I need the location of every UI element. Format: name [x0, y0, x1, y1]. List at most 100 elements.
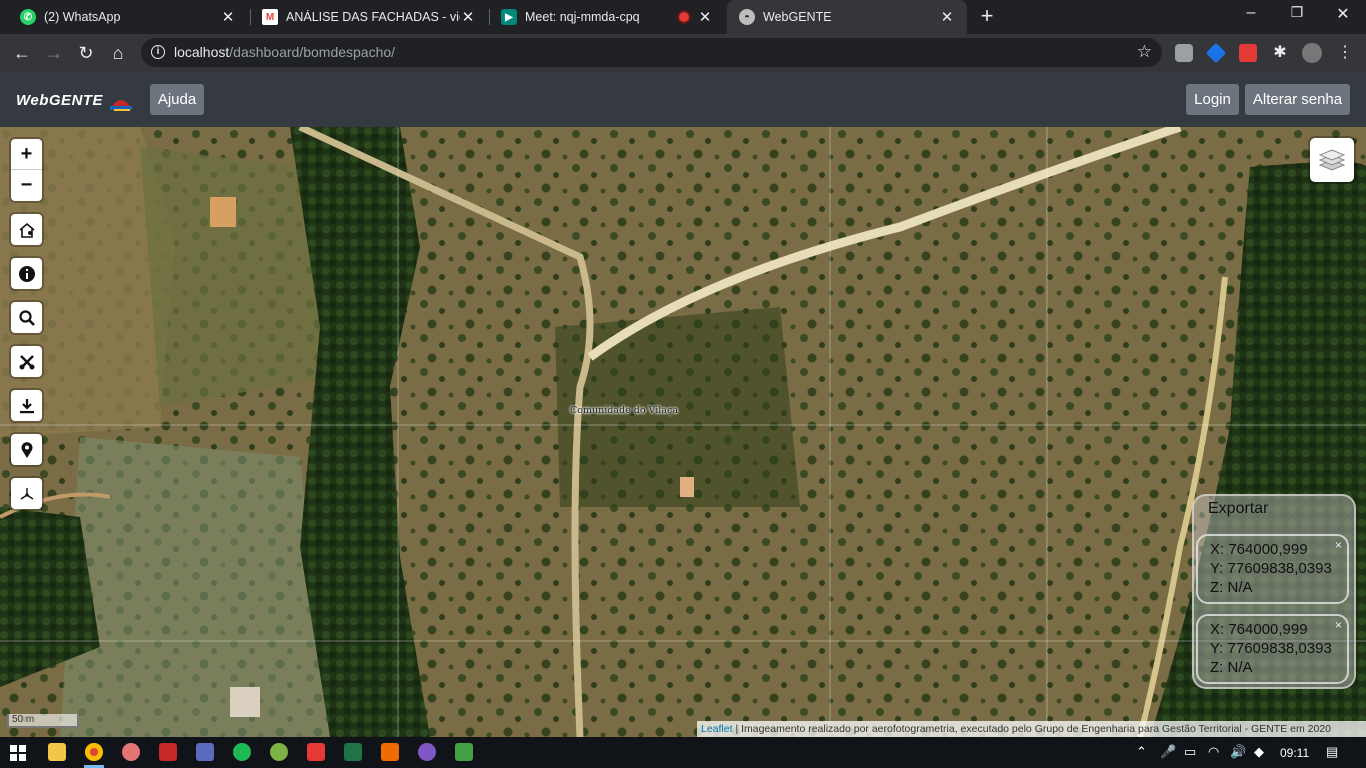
- notifications-icon[interactable]: ▤: [1326, 744, 1338, 760]
- chrome-icon[interactable]: [85, 743, 103, 761]
- app-icon[interactable]: [418, 743, 436, 761]
- explorer-icon[interactable]: [48, 743, 66, 761]
- battery-icon[interactable]: ▭: [1184, 744, 1196, 760]
- download-button[interactable]: [11, 390, 42, 421]
- windows-start-icon[interactable]: [10, 745, 26, 761]
- meet-icon: ▶: [501, 9, 517, 25]
- coordinates-button[interactable]: [11, 478, 42, 509]
- windows-taskbar: ⌃ 🎤 ▭ ◠ 🔊 ◆ 09:11 ▤: [0, 737, 1366, 768]
- acrobat-icon[interactable]: [159, 743, 177, 761]
- network-icon[interactable]: [196, 743, 214, 761]
- coordinate-entry: × X: 764000,999 Y: 77609838,0393 Z: N/A: [1196, 534, 1349, 604]
- close-tab-icon[interactable]: ✕: [460, 8, 476, 26]
- map-attribution: Leaflet | Imageamento realizado por aero…: [697, 721, 1366, 737]
- info-button[interactable]: [11, 258, 42, 289]
- camera-extension-icon[interactable]: [1175, 44, 1193, 62]
- attribution-text: | Imageamento realizado por aerofotogram…: [732, 723, 1331, 735]
- browser-tab-bar: ✆ (2) WhatsApp ✕ M ANÁLISE DAS FACHADAS …: [0, 0, 1366, 34]
- address-bar: ← → ↻ ⌂ i localhost/dashboard/bomdespach…: [0, 34, 1366, 72]
- search-button[interactable]: [11, 302, 42, 333]
- search-icon: [18, 309, 35, 326]
- close-tab-icon[interactable]: ✕: [697, 8, 713, 26]
- reload-button[interactable]: ↻: [75, 42, 97, 64]
- extension-icon[interactable]: [1239, 44, 1257, 62]
- app-icon[interactable]: [122, 743, 140, 761]
- home-icon: [18, 222, 35, 238]
- coord-y: Y: 77609838,0393: [1210, 560, 1332, 577]
- close-tab-icon[interactable]: ✕: [220, 8, 236, 26]
- new-tab-button[interactable]: +: [976, 5, 998, 27]
- back-button[interactable]: ←: [11, 42, 33, 64]
- map-view[interactable]: + − Comunidade do Vilaça 50 m Leaflet | …: [0, 127, 1366, 737]
- close-window-button[interactable]: ✕: [1328, 4, 1358, 24]
- wifi-icon[interactable]: ◠: [1208, 744, 1219, 760]
- measure-icon: [19, 354, 34, 369]
- bookmark-star-icon[interactable]: ☆: [1137, 42, 1152, 62]
- logo-icon: [110, 100, 132, 111]
- url-path: /dashboard/bomdespacho/: [229, 44, 396, 60]
- logo: WebGENTE: [16, 92, 104, 109]
- marker-icon: [21, 441, 32, 458]
- tab-meet[interactable]: ▶ Meet: nqj-mmda-cpq ✕: [489, 0, 725, 34]
- chevron-up-icon[interactable]: ⌃: [1136, 744, 1147, 760]
- volume-icon[interactable]: 🔊: [1230, 744, 1246, 760]
- whatsapp-icon: ✆: [20, 9, 36, 25]
- app-icon[interactable]: [381, 743, 399, 761]
- excel-icon[interactable]: [344, 743, 362, 761]
- coord-z: Z: N/A: [1210, 659, 1253, 676]
- extension-icon[interactable]: [1205, 42, 1227, 64]
- close-icon[interactable]: ×: [1335, 536, 1342, 555]
- tab-gmail[interactable]: M ANÁLISE DAS FACHADAS - victor ✕: [250, 0, 488, 34]
- close-icon[interactable]: ×: [1335, 616, 1342, 635]
- zoom-out-button[interactable]: −: [11, 170, 42, 201]
- scale-bar: 50 m: [7, 714, 79, 728]
- coordinate-entry: × X: 764000,999 Y: 77609838,0393 Z: N/A: [1196, 614, 1349, 684]
- satellite-imagery: [0, 127, 1366, 737]
- change-password-button[interactable]: Alterar senha: [1245, 84, 1350, 115]
- menu-kebab-icon[interactable]: ⋮: [1336, 44, 1354, 62]
- clock[interactable]: 09:11: [1280, 746, 1309, 760]
- app-navbar: WebGENTE Ajuda Login Alterar senha: [0, 72, 1366, 127]
- tab-title: (2) WhatsApp: [44, 10, 121, 24]
- coord-z: Z: N/A: [1210, 579, 1253, 596]
- layers-icon: [1318, 149, 1346, 171]
- tab-whatsapp[interactable]: ✆ (2) WhatsApp ✕: [8, 0, 248, 34]
- login-button[interactable]: Login: [1186, 84, 1239, 115]
- url-field[interactable]: i localhost/dashboard/bomdespacho/ ☆: [141, 38, 1162, 67]
- microphone-icon[interactable]: 🎤: [1160, 744, 1176, 760]
- home-button[interactable]: ⌂: [107, 42, 129, 64]
- place-label: Comunidade do Vilaça: [570, 405, 678, 416]
- webgente-icon: ◓: [739, 9, 755, 25]
- leaflet-link[interactable]: Leaflet: [701, 723, 733, 735]
- app-icon[interactable]: [455, 743, 473, 761]
- qgis-icon[interactable]: [270, 743, 288, 761]
- zoom-in-button[interactable]: +: [11, 139, 42, 170]
- coordinates-icon: [20, 487, 33, 500]
- minimize-button[interactable]: –: [1236, 4, 1266, 22]
- layers-button[interactable]: [1310, 138, 1354, 182]
- measure-tools-button[interactable]: [11, 346, 42, 377]
- tab-title: Meet: nqj-mmda-cpq: [525, 10, 640, 24]
- export-title[interactable]: Exportar: [1208, 500, 1268, 518]
- home-extent-button[interactable]: [11, 214, 42, 245]
- restore-button[interactable]: ❐: [1282, 4, 1312, 21]
- export-panel: Exportar × X: 764000,999 Y: 77609838,039…: [1192, 494, 1356, 689]
- download-icon: [19, 398, 34, 413]
- coord-y: Y: 77609838,0393: [1210, 640, 1332, 657]
- avatar[interactable]: [1302, 43, 1322, 63]
- zoom-control: + −: [11, 139, 42, 201]
- tab-webgente[interactable]: ◓ WebGENTE ✕: [727, 0, 967, 34]
- puzzle-extensions-icon[interactable]: ✱: [1271, 44, 1289, 62]
- site-info-icon[interactable]: i: [151, 45, 165, 59]
- close-tab-icon[interactable]: ✕: [939, 8, 955, 26]
- info-icon: [18, 265, 35, 282]
- coord-x: X: 764000,999: [1210, 621, 1308, 638]
- spotify-icon[interactable]: [233, 743, 251, 761]
- webgente-icon[interactable]: [307, 743, 325, 761]
- dropbox-icon[interactable]: ◆: [1254, 744, 1264, 760]
- gmail-icon: M: [262, 9, 278, 25]
- forward-button[interactable]: →: [43, 42, 65, 64]
- help-button[interactable]: Ajuda: [150, 84, 204, 115]
- coord-x: X: 764000,999: [1210, 541, 1308, 558]
- marker-button[interactable]: [11, 434, 42, 465]
